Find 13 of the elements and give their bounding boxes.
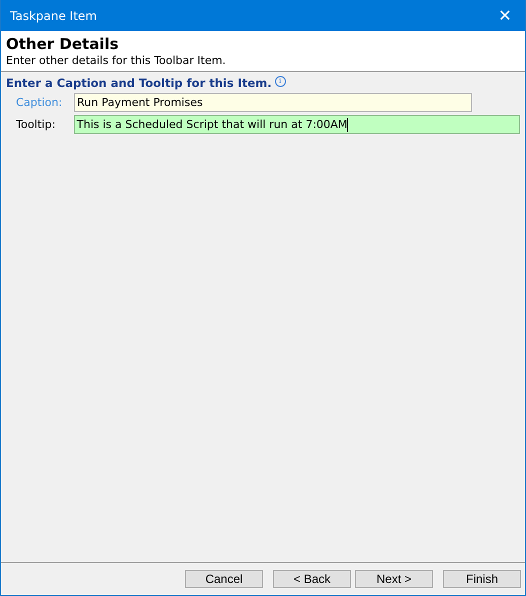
window-title: Taskpane Item [10, 8, 97, 22]
dialog-button[interactable]: Finish [443, 570, 521, 588]
dialog-button[interactable]: < Back [273, 570, 351, 588]
dialog-button[interactable]: Cancel [185, 570, 263, 588]
section-title: Enter a Caption and Tooltip for this Item. [6, 76, 272, 90]
field-label: Tooltip: [15, 118, 56, 131]
field-label: Caption: [15, 96, 64, 109]
input-field[interactable]: Run Payment Promises [74, 93, 472, 112]
dialog-button[interactable]: Next > [355, 570, 433, 588]
page-title: Other Details [6, 35, 120, 53]
close-button[interactable]: ✕ [485, 0, 525, 31]
input-field[interactable]: This is a Scheduled Script that will run at 7:00AM [74, 115, 520, 134]
page-subtitle: Enter other details for this Toolbar Item. [6, 53, 227, 68]
